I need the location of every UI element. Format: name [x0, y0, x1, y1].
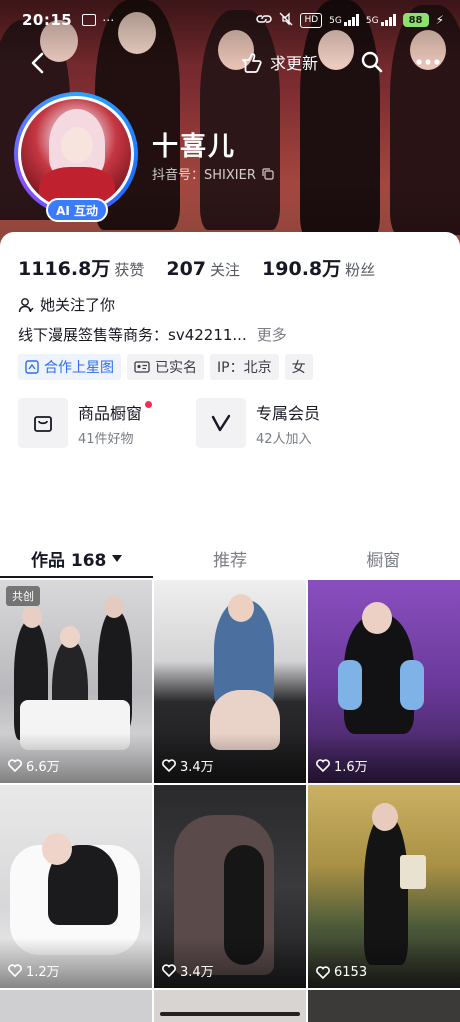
video-likes: 3.4万: [162, 756, 214, 775]
signal-2: 5G: [366, 14, 396, 26]
membership-entry[interactable]: 专属会员 42人加入: [196, 398, 356, 448]
tag-ip-location: IP：北京: [210, 354, 279, 380]
tag-gender: 女: [284, 354, 313, 380]
shopping-bag-icon: [18, 398, 68, 448]
video-likes: 6153: [316, 965, 367, 980]
membership-title: 专属会员: [256, 403, 321, 423]
follows-you-indicator: 她关注了你: [18, 294, 115, 315]
video-likes: 6.6万: [8, 756, 60, 775]
bio[interactable]: 线下漫展签售等商务：sv42211... 更多: [18, 324, 287, 345]
profile-stats: 1116.8万 获赞 207 关注 190.8万 粉丝: [18, 254, 375, 281]
link-icon: [256, 13, 273, 28]
user-icon: [18, 297, 34, 312]
more-notifications-icon: ⋯: [102, 13, 115, 27]
douyin-id[interactable]: 抖音号：SHIXIER: [152, 164, 274, 183]
shop-window-subtitle: 41件好物: [78, 431, 134, 447]
heart-icon: [316, 759, 330, 772]
tab-recommend[interactable]: 推荐: [153, 538, 306, 578]
copy-icon: [262, 167, 274, 180]
request-update-button[interactable]: 求更新: [240, 46, 318, 78]
signal-1: 5G: [329, 14, 359, 26]
shop-window-entry[interactable]: 商品橱窗 41件好物: [18, 398, 178, 448]
bio-text: 线下漫展签售等商务：sv42211...: [18, 326, 247, 344]
video-likes: 1.2万: [8, 961, 60, 980]
charging-icon: ⚡: [435, 13, 444, 27]
content-tabs: 作品 168 推荐 橱窗: [0, 538, 460, 578]
back-button[interactable]: [22, 48, 52, 78]
profile-banner: 20:15 ⋯ HD 5G 5G 88 ⚡ 求更新 AI 互动 十喜儿 抖音号：…: [0, 0, 460, 262]
status-time: 20:15: [22, 11, 73, 29]
video-thumbnail[interactable]: 1.2万: [0, 785, 152, 988]
video-thumbnail[interactable]: [0, 990, 152, 1022]
profile-tags: 合作上星图 已实名 IP：北京 女: [18, 354, 313, 380]
xingtu-icon: [25, 360, 39, 374]
video-thumbnail[interactable]: 3.4万: [154, 580, 306, 783]
shop-window-title: 商品橱窗: [78, 403, 143, 423]
shop-entries: 商品橱窗 41件好物 专属会员 42人加入: [18, 398, 356, 448]
heart-icon: [8, 964, 22, 977]
video-thumbnail[interactable]: [154, 990, 306, 1022]
stat-followers[interactable]: 190.8万 粉丝: [262, 254, 375, 281]
stat-following[interactable]: 207 关注: [166, 258, 240, 280]
heart-icon: [316, 966, 330, 979]
follows-you-text: 她关注了你: [40, 296, 116, 314]
tag-verified[interactable]: 已实名: [127, 354, 204, 380]
membership-subtitle: 42人加入: [256, 431, 312, 447]
video-likes: 1.6万: [316, 756, 368, 775]
bio-more-link[interactable]: 更多: [257, 324, 287, 345]
avatar-image: [18, 96, 134, 212]
vip-v-icon: [196, 398, 246, 448]
video-thumbnail[interactable]: 6153: [308, 785, 460, 988]
video-likes: 3.4万: [162, 961, 214, 980]
new-dot: [145, 400, 153, 408]
heart-icon: [162, 759, 176, 772]
id-card-icon: [134, 361, 150, 373]
hd-badge: HD: [300, 12, 323, 28]
home-indicator[interactable]: [160, 1012, 300, 1016]
status-bar: 20:15 ⋯ HD 5G 5G 88 ⚡: [0, 0, 460, 40]
ai-interact-badge[interactable]: AI 互动: [46, 198, 108, 222]
heart-icon: [8, 759, 22, 772]
video-thumbnail[interactable]: 1.6万: [308, 580, 460, 783]
top-nav: 求更新: [0, 42, 460, 82]
search-icon: [361, 51, 383, 73]
mute-icon: [279, 11, 293, 29]
more-options-button[interactable]: [412, 46, 444, 78]
video-thumbnail[interactable]: [308, 990, 460, 1022]
profile-nickname: 十喜儿: [152, 132, 237, 162]
caret-down-icon: [112, 554, 123, 562]
tab-showcase[interactable]: 橱窗: [307, 538, 460, 578]
profile-card: 1116.8万 获赞 207 关注 190.8万 粉丝 她关注了你 线下漫展签售…: [0, 232, 460, 1022]
video-thumbnail[interactable]: 共创 6.6万: [0, 580, 152, 783]
app-notification-icon: [82, 14, 97, 26]
search-button[interactable]: [356, 46, 388, 78]
co-create-badge: 共创: [6, 586, 40, 606]
tab-works[interactable]: 作品 168: [0, 538, 154, 578]
more-dots-icon: [416, 59, 440, 65]
stat-likes[interactable]: 1116.8万 获赞: [18, 254, 144, 281]
battery-indicator: 88: [402, 13, 429, 27]
heart-icon: [162, 964, 176, 977]
douyin-id-text: 抖音号：SHIXIER: [152, 168, 256, 183]
tag-xingtu[interactable]: 合作上星图: [18, 354, 121, 380]
hand-wave-icon: [242, 53, 262, 73]
request-update-label: 求更新: [270, 54, 319, 73]
video-thumbnail[interactable]: 3.4万: [154, 785, 306, 988]
chevron-left-icon: [31, 52, 44, 74]
video-grid: 共创 6.6万 3.4万 1.6万 1.2万 3.4万 6153: [0, 580, 460, 1022]
